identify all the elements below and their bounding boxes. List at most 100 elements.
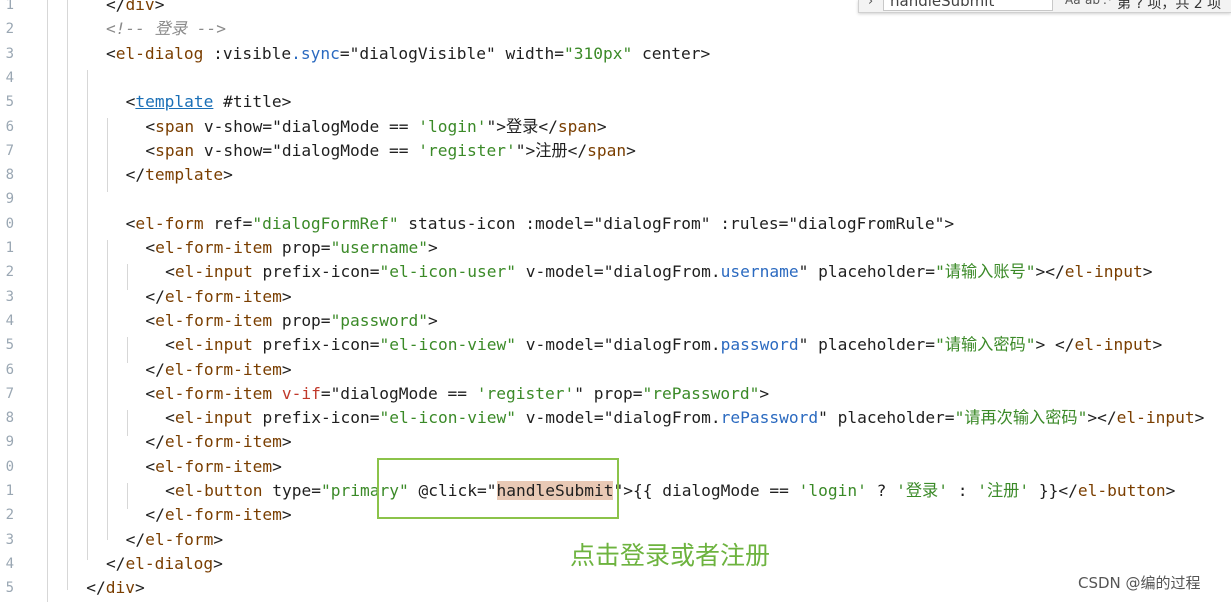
code-token: "username" <box>330 238 429 257</box>
code-token: > <box>1194 408 1205 428</box>
code-token: v-show= <box>194 116 273 136</box>
code-token: el-form-item <box>155 310 273 330</box>
code-token: </ <box>105 553 126 573</box>
code-token: > <box>700 43 711 63</box>
code-token: #title <box>223 92 282 112</box>
indent-guide <box>127 410 128 436</box>
code-token: el-input <box>174 408 253 428</box>
code-line[interactable]: </el-form-item> <box>145 285 291 309</box>
code-token: status-icon <box>398 213 526 233</box>
code-token: el-input <box>1074 335 1153 355</box>
code-token: prop= <box>272 238 331 257</box>
code-token: type= <box>262 481 322 500</box>
code-line[interactable]: </el-dialog> <box>106 552 223 576</box>
code-line[interactable]: <el-form-item prop="password"> <box>145 309 437 333</box>
code-token: " <box>798 335 809 355</box>
code-token: 登录 <box>506 116 539 136</box>
code-token: {{ <box>632 481 653 500</box>
find-input[interactable] <box>883 0 1053 11</box>
code-token: div <box>125 0 155 14</box>
code-token: < <box>125 92 136 112</box>
code-token: span <box>155 116 195 136</box>
code-token: el-input <box>1116 408 1195 428</box>
code-token: </ <box>538 116 558 136</box>
code-line[interactable]: <el-input prefix-icon="el-icon-view" v-m… <box>165 406 1204 430</box>
code-token: "请再次输入密码" <box>954 408 1088 428</box>
code-token: > <box>944 213 955 233</box>
code-line[interactable]: <el-input prefix-icon="el-icon-user" v-m… <box>165 260 1152 284</box>
code-token: placeholder= <box>827 408 955 428</box>
code-line[interactable]: </el-form> <box>126 528 223 552</box>
code-line[interactable]: <el-form ref="dialogFormRef" status-icon… <box>126 212 954 236</box>
code-token: "dialogFrom" <box>593 213 711 233</box>
code-token: template <box>145 165 224 185</box>
code-line[interactable]: <!-- 登录 --> <box>106 17 226 41</box>
code-line[interactable]: <el-form-item v-if="dialogMode == 'regis… <box>145 382 769 406</box>
code-token: </ <box>145 359 165 379</box>
code-token: <!-- 登录 --> <box>105 19 227 39</box>
code-line[interactable]: <el-form-item prop="username"> <box>145 236 437 260</box>
use-regex-icon[interactable]: .* <box>1103 0 1113 7</box>
code-token: template <box>135 92 214 112</box>
code-token: > <box>134 578 145 598</box>
code-token: rePassword <box>720 408 819 428</box>
code-line[interactable]: <el-input prefix-icon="el-icon-view" v-m… <box>165 333 1162 357</box>
code-token: </ <box>86 578 106 598</box>
code-token: v-model= <box>515 262 604 282</box>
code-token: "dialogMode == <box>330 383 477 403</box>
code-token: > <box>272 456 282 476</box>
match-whole-word-icon[interactable]: ab <box>1085 0 1100 7</box>
code-token: :visible <box>213 43 292 63</box>
code-token: > <box>1152 335 1163 355</box>
code-line[interactable]: </el-form-item> <box>145 358 291 382</box>
code-line[interactable]: <template #title> <box>126 90 292 114</box>
code-token: </ <box>125 529 146 549</box>
code-token: el-button <box>174 481 263 500</box>
code-editor[interactable]: 1234567890123456789012345 </div> <!-- 登录 … <box>0 0 1231 602</box>
code-token: el-form-item <box>164 359 282 379</box>
code-token: "el-icon-user" <box>379 262 516 282</box>
code-line[interactable]: </div> <box>86 576 145 600</box>
code-token: el-form-item <box>164 505 282 525</box>
code-token: 'register' <box>418 140 516 160</box>
chevron-right-icon[interactable]: › <box>868 0 873 9</box>
code-token: "请输入密码" <box>935 335 1036 355</box>
watermark: CSDN @编的过程 <box>1078 574 1201 592</box>
code-line[interactable]: </el-form-item> <box>145 430 291 454</box>
code-token: prefix-icon= <box>252 262 380 282</box>
code-token: username <box>720 262 799 282</box>
code-line[interactable]: </template> <box>126 163 233 187</box>
code-token: 'login' <box>798 481 867 500</box>
code-token: > <box>428 310 438 330</box>
code-token: "dialogFrom. <box>603 262 721 282</box>
code-line[interactable]: </div> <box>106 0 165 17</box>
code-token: ref= <box>203 213 253 233</box>
code-line[interactable]: <el-button type="primary" @click="handle… <box>165 479 1175 503</box>
code-token: el-button <box>1077 481 1166 500</box>
code-line[interactable]: <el-dialog :visible.sync="dialogVisible"… <box>106 42 710 66</box>
code-line[interactable]: </el-form-item> <box>145 503 291 527</box>
code-token: < <box>165 481 175 500</box>
code-token: </ <box>145 432 165 452</box>
code-token: = <box>320 383 331 403</box>
find-widget[interactable]: › Aa ab .* 第 ? 项，共 2 项 <box>858 0 1231 13</box>
code-line[interactable]: <span v-show="dialogMode == 'register'">… <box>145 139 635 163</box>
code-line[interactable]: <span v-show="dialogMode == 'login'">登录<… <box>145 115 606 139</box>
code-token: "dialogVisible" <box>349 43 496 63</box>
code-token: > <box>623 481 633 500</box>
code-token: </ <box>125 165 146 185</box>
indent-guide <box>47 0 48 602</box>
code-token: prop= <box>272 310 331 330</box>
code-token: > <box>223 165 233 185</box>
code-line[interactable]: <el-form-item> <box>145 455 281 479</box>
indent-guide <box>87 70 88 560</box>
code-token: "el-icon-view" <box>379 335 516 355</box>
indent-guide <box>107 240 108 540</box>
code-token: > <box>281 92 292 112</box>
match-case-icon[interactable]: Aa <box>1065 0 1081 7</box>
code-token: "password" <box>330 310 429 330</box>
code-token: el-form-item <box>155 456 273 476</box>
code-token: "rePassword" <box>642 383 760 403</box>
code-token: v-model= <box>515 335 604 355</box>
